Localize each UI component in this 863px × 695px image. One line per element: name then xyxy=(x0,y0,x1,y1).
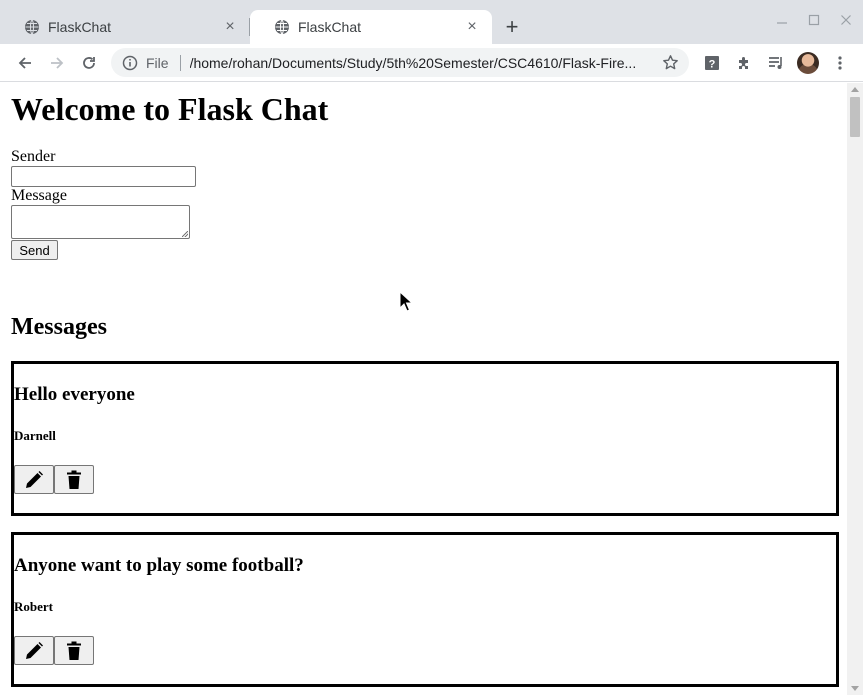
minimize-icon[interactable] xyxy=(774,12,790,28)
tab-flaskchat-1[interactable]: FlaskChat × xyxy=(0,10,250,44)
reload-icon[interactable] xyxy=(76,50,102,76)
menu-kebab-icon[interactable] xyxy=(827,50,853,76)
message-card: Hello everyone Darnell xyxy=(11,361,839,516)
sender-label: Sender xyxy=(11,148,56,165)
resize-grip-icon[interactable] xyxy=(182,231,188,237)
tab-flaskchat-2[interactable]: FlaskChat × xyxy=(250,10,492,44)
address-bar[interactable]: File /home/rohan/Documents/Study/5th%20S… xyxy=(111,48,689,77)
forward-icon[interactable] xyxy=(44,50,70,76)
messages-heading: Messages xyxy=(11,314,107,340)
back-icon[interactable] xyxy=(12,50,38,76)
tab-strip: FlaskChat × FlaskChat × + xyxy=(0,0,863,44)
page-viewport: Welcome to Flask Chat Sender Message Sen… xyxy=(0,83,847,695)
message-sender: Robert xyxy=(14,599,53,614)
message-text: Hello everyone xyxy=(14,384,135,405)
new-tab-button[interactable]: + xyxy=(500,14,524,39)
tab-title: FlaskChat xyxy=(298,19,362,35)
message-label: Message xyxy=(11,187,67,204)
scroll-down-arrow-icon[interactable] xyxy=(851,686,859,691)
info-icon[interactable] xyxy=(122,55,138,71)
sender-input[interactable] xyxy=(11,166,196,187)
mouse-cursor-icon xyxy=(399,291,413,312)
url-text[interactable]: /home/rohan/Documents/Study/5th%20Semest… xyxy=(190,55,648,71)
pencil-icon xyxy=(26,470,43,488)
star-icon[interactable] xyxy=(662,54,679,71)
trash-icon xyxy=(67,470,81,489)
maximize-icon[interactable] xyxy=(806,12,822,28)
url-scheme: File xyxy=(146,54,169,71)
svg-text:?: ? xyxy=(709,59,716,71)
media-queue-icon[interactable] xyxy=(763,50,789,76)
trash-icon xyxy=(67,641,81,660)
message-sender: Darnell xyxy=(14,428,56,443)
help-extension-icon[interactable]: ? xyxy=(699,50,725,76)
edit-button[interactable] xyxy=(14,465,54,494)
pencil-icon xyxy=(26,641,43,659)
message-text: Anyone want to play some football? xyxy=(14,555,304,576)
close-tab-icon[interactable]: × xyxy=(464,19,480,35)
close-tab-icon[interactable]: × xyxy=(222,19,238,35)
omnibox-divider xyxy=(179,54,181,71)
globe-icon xyxy=(274,19,290,35)
scroll-up-arrow-icon[interactable] xyxy=(851,87,859,92)
scrollbar-thumb[interactable] xyxy=(850,97,860,137)
send-button[interactable]: Send xyxy=(11,240,58,260)
edit-button[interactable] xyxy=(14,636,54,665)
globe-icon xyxy=(24,19,40,35)
extensions-puzzle-icon[interactable] xyxy=(731,50,757,76)
message-textarea[interactable] xyxy=(11,205,190,239)
message-card: Anyone want to play some football? Rober… xyxy=(11,532,839,687)
vertical-scrollbar[interactable] xyxy=(847,83,863,695)
browser-toolbar: File /home/rohan/Documents/Study/5th%20S… xyxy=(0,44,863,82)
close-window-icon[interactable] xyxy=(838,12,854,28)
delete-button[interactable] xyxy=(54,636,94,665)
profile-avatar[interactable] xyxy=(797,52,819,74)
page-title: Welcome to Flask Chat xyxy=(11,91,329,127)
tab-title: FlaskChat xyxy=(48,19,112,35)
delete-button[interactable] xyxy=(54,465,94,494)
